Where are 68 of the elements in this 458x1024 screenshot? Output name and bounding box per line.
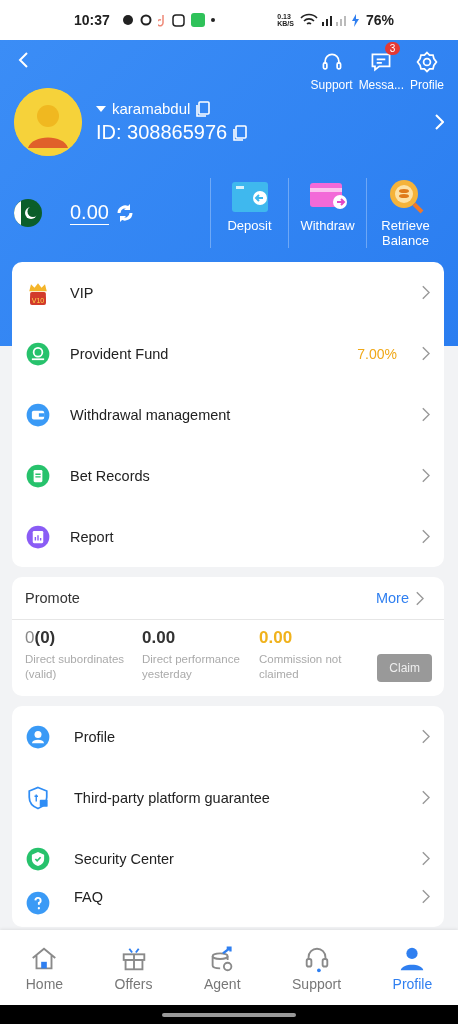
stat-label: Direct performance yesterday	[142, 652, 241, 682]
balance-amount: 0.00	[70, 201, 109, 225]
music-note-icon	[157, 13, 166, 27]
ring-icon	[139, 14, 152, 26]
wallet-action[interactable]: Retrieve Balance	[366, 178, 444, 248]
menu-item[interactable]: Profile	[12, 706, 444, 767]
home-indicator[interactable]	[162, 1012, 296, 1017]
header-action[interactable]: Support	[310, 42, 353, 92]
menu-label: Bet Records	[70, 467, 150, 484]
caret-icon	[96, 105, 106, 112]
header-action[interactable]: Profile	[410, 42, 444, 92]
chat-bubble-icon	[121, 14, 134, 26]
stat-value: 0(0)	[25, 628, 57, 648]
section-title: Promote	[25, 590, 80, 606]
chevron-right-icon	[421, 729, 430, 744]
unread-badge: 3	[384, 42, 401, 55]
stat-label: Commission not claimed	[259, 652, 343, 682]
wallet-action[interactable]: Deposit	[210, 178, 288, 248]
menu-label: Provident Fund	[70, 345, 169, 362]
menu-label: Third-party platform guarantee	[74, 789, 270, 806]
app-icon	[190, 13, 205, 27]
copy-icon[interactable]	[196, 100, 211, 117]
menu-label: Security Center	[74, 850, 174, 867]
chevron-right-icon	[421, 285, 430, 300]
flag-icon	[14, 199, 42, 227]
chevron-right-icon[interactable]	[434, 114, 444, 130]
menu-item[interactable]: Provident Fund 7.00%	[12, 323, 444, 384]
chevron-right-icon	[421, 407, 430, 422]
wallet-action[interactable]: Withdraw	[288, 178, 366, 248]
more-link[interactable]: More	[369, 589, 430, 607]
battery-percent: 76%	[365, 12, 394, 28]
dot-icon	[210, 18, 215, 22]
menu-label: FAQ	[74, 889, 103, 905]
settings-icon	[415, 50, 439, 74]
header-action[interactable]: Messa... 3	[358, 42, 404, 92]
chevron-right-icon	[421, 529, 430, 544]
chevron-right-icon	[421, 346, 430, 361]
rate-value: 7.00%	[357, 345, 397, 362]
menu-label: Profile	[74, 728, 116, 745]
menu-item[interactable]: Report	[12, 506, 444, 567]
chevron-right-icon	[415, 590, 424, 606]
username: karamabdul	[112, 100, 191, 117]
menu-label: VIP	[70, 284, 94, 301]
chevron-right-icon	[421, 851, 430, 866]
avatar	[14, 88, 82, 156]
chevron-right-icon	[421, 468, 430, 483]
menu-item[interactable]: Security Center	[12, 828, 444, 889]
menu-label: Withdrawal management	[70, 406, 231, 423]
nav-tab[interactable]: Offers	[108, 942, 159, 993]
nav-tab[interactable]: Profile	[386, 942, 439, 993]
menu-item[interactable]: Third-party platform guarantee	[12, 767, 444, 828]
user-id: ID: 308865976	[96, 121, 228, 144]
stat-value: 0.00	[142, 628, 177, 648]
clock: 10:37	[74, 12, 110, 28]
copy-icon[interactable]	[233, 124, 248, 141]
menu-item[interactable]: FAQ	[12, 889, 444, 927]
nav-tab[interactable]: Support	[286, 942, 348, 993]
question-icon	[24, 889, 52, 917]
nav-tab[interactable]: Home	[19, 942, 70, 993]
menu-item[interactable]: Withdrawal management	[12, 384, 444, 445]
camera-icon	[171, 13, 185, 27]
chevron-right-icon	[421, 889, 430, 904]
chevron-right-icon	[421, 790, 430, 805]
stat-label: Direct subordinates (valid)	[25, 652, 126, 682]
stat-value: 0.00	[259, 628, 294, 648]
menu-label: Report	[70, 528, 114, 545]
nav-tab[interactable]: Agent	[197, 942, 247, 993]
menu-item[interactable]: Bet Records	[12, 445, 444, 506]
